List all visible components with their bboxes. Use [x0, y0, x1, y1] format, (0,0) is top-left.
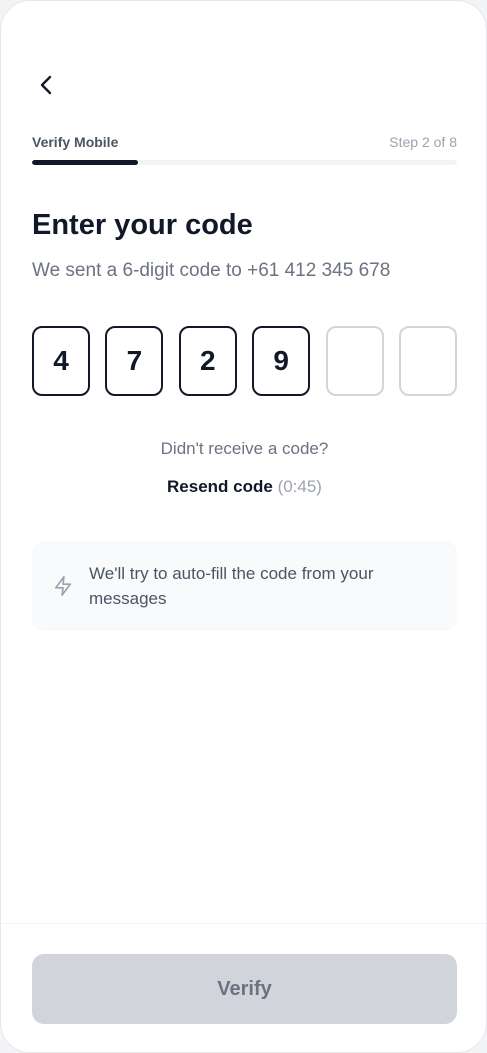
progress-header: Verify Mobile Step 2 of 8	[32, 132, 457, 152]
back-button[interactable]	[31, 69, 63, 101]
progress-bar-fill	[32, 160, 139, 165]
phone-screen: Verify Mobile Step 2 of 8 Enter your cod…	[0, 0, 487, 1053]
step-label: Verify Mobile	[32, 134, 119, 150]
resend-code-link[interactable]: Resend code	[167, 477, 273, 496]
code-input-group: 4 7 2 9	[32, 326, 457, 396]
progress-bar	[32, 160, 457, 165]
code-digit-5[interactable]	[325, 326, 384, 396]
lightning-icon	[54, 576, 72, 596]
step-counter: Step 2 of 8	[389, 134, 457, 150]
didnt-receive-text: Didn't receive a code?	[160, 439, 329, 458]
code-digit-1[interactable]: 4	[32, 326, 90, 396]
chevron-left-icon	[40, 75, 52, 95]
resend-timer: (0:45)	[277, 477, 322, 496]
autofill-info-box: We'll try to auto-fill the code from you…	[32, 541, 457, 631]
code-digit-3[interactable]: 2	[178, 326, 237, 396]
code-digit-6[interactable]	[398, 326, 457, 396]
code-digit-2[interactable]: 7	[105, 326, 164, 396]
autofill-info-text: We'll try to auto-fill the code from you…	[89, 564, 374, 608]
verify-button[interactable]: Verify	[32, 954, 457, 1024]
resend-row: Resend code (0:45)	[1, 477, 486, 497]
footer-divider	[1, 923, 486, 924]
page-title: Enter your code	[32, 209, 253, 241]
page-subtitle: We sent a 6-digit code to +61 412 345 67…	[32, 260, 391, 281]
code-digit-4[interactable]: 9	[252, 326, 311, 396]
